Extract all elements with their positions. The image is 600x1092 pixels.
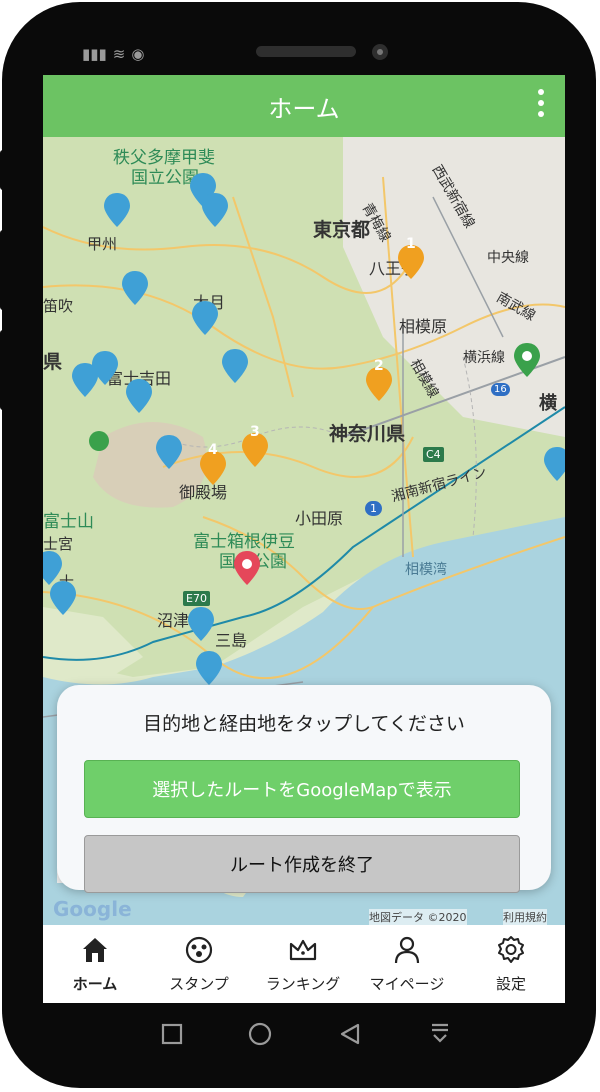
bottom-navigation: ホーム スタンプ ランキング マイページ 設定	[43, 925, 565, 1003]
nav-label: スタンプ	[169, 975, 229, 993]
crown-icon	[289, 939, 317, 961]
map-attribution[interactable]: 地図データ ©2020	[369, 909, 467, 925]
page-title: ホーム	[268, 95, 340, 123]
volume-button	[0, 230, 8, 310]
map-label: 富士山	[43, 512, 94, 532]
highway-shield: E70	[183, 591, 210, 606]
route-pin-3-label[interactable]: 3	[250, 424, 260, 440]
route-pin-1-label[interactable]: 1	[406, 236, 416, 252]
home-icon	[83, 938, 107, 962]
nav-item-home[interactable]: ホーム	[43, 925, 147, 1003]
speaker-grille	[256, 46, 356, 57]
end-route-creation-button[interactable]: ルート作成を終了	[84, 835, 520, 893]
route-pin-2-label[interactable]: 2	[374, 358, 384, 374]
circle-icon	[248, 1022, 272, 1046]
map-label: 沼津	[157, 611, 190, 630]
map-label: 東京都	[313, 219, 371, 241]
google-logo: Google	[53, 897, 132, 921]
map-label: 相模原	[399, 317, 448, 336]
pull-down-icon	[432, 1023, 448, 1043]
map-label: 笛吹	[43, 297, 74, 315]
map-label: 士宮	[43, 535, 74, 553]
square-icon	[161, 1023, 183, 1045]
notification-shade-button[interactable]	[424, 1018, 456, 1050]
back-triangle-icon	[340, 1023, 360, 1045]
map-label: 国立公園	[219, 552, 287, 572]
map-label: 富士吉田	[107, 369, 172, 388]
status-bar: ▮▮▮ ≋ ◉	[82, 44, 144, 64]
overflow-menu-icon[interactable]	[537, 89, 545, 123]
map-label: 三島	[215, 631, 248, 650]
map-label: 御殿場	[179, 483, 228, 502]
nav-label: 設定	[495, 975, 526, 993]
nav-label: マイページ	[369, 975, 445, 993]
nav-label: ホーム	[72, 975, 118, 993]
nav-item-stamp[interactable]: スタンプ	[147, 925, 251, 1003]
recent-apps-button[interactable]	[156, 1018, 188, 1050]
terms-link[interactable]: 利用規約	[503, 909, 547, 925]
front-camera	[372, 44, 388, 60]
nav-item-settings[interactable]: 設定	[459, 925, 563, 1003]
nav-item-ranking[interactable]: ランキング	[251, 925, 355, 1003]
back-button[interactable]	[334, 1018, 366, 1050]
map-label: 県	[43, 351, 63, 373]
app-header: ホーム	[43, 75, 565, 137]
map-label: 大月	[193, 293, 226, 312]
map-label: 小田原	[295, 509, 344, 528]
volume-button	[0, 330, 8, 410]
map-label: 相模湾	[405, 562, 447, 578]
system-navigation-bar	[150, 1018, 450, 1050]
route-shield: 16	[491, 383, 510, 396]
route-shield: 1	[365, 501, 382, 516]
eye-icon: ◉	[131, 45, 145, 63]
map-label: 士	[59, 573, 75, 591]
side-button	[0, 150, 8, 190]
map-label: 横	[539, 393, 557, 414]
app-screen: ホーム 秩父多摩甲斐 国立公園 東京都 八王子 甲州 相模原 青梅線 西武新宿線…	[43, 75, 565, 1003]
map-label: 甲州	[87, 235, 118, 253]
highway-shield: C4	[423, 447, 444, 462]
gear-icon	[498, 936, 524, 963]
map-label: 神奈川県	[329, 423, 406, 445]
wifi-icon: ≋	[112, 45, 126, 63]
nav-label: ランキング	[265, 975, 341, 993]
map-label: 八王子	[369, 259, 418, 278]
stamp-icon	[185, 936, 213, 964]
route-pin-4-label[interactable]: 4	[208, 442, 218, 458]
route-dialog: 目的地と経由地をタップしてください 選択したルートをGoogleMapで表示 ル…	[57, 685, 551, 893]
signal-icon: ▮▮▮	[82, 45, 107, 63]
map-label: 横浜線	[463, 350, 505, 366]
dialog-message: 目的地と経由地をタップしてください	[143, 713, 465, 735]
home-system-button[interactable]	[244, 1018, 276, 1050]
person-icon	[394, 936, 420, 964]
map-label: 中央線	[487, 250, 529, 266]
show-route-googlemap-button[interactable]: 選択したルートをGoogleMapで表示	[84, 760, 520, 818]
map-label: 国立公園	[131, 168, 199, 188]
nav-item-mypage[interactable]: マイページ	[355, 925, 459, 1003]
